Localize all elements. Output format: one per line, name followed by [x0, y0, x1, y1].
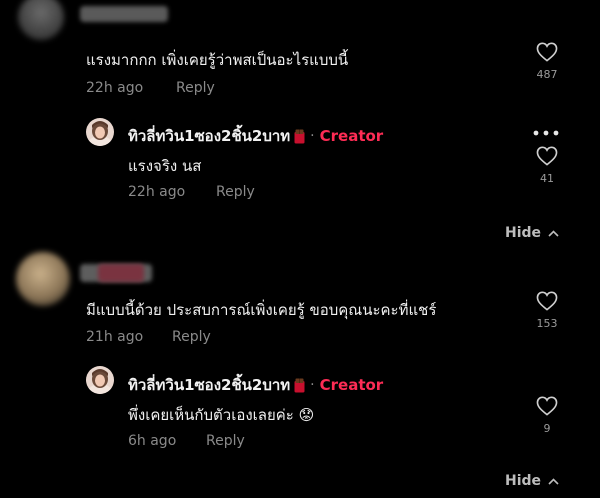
chocolate-bar-icon: [294, 129, 305, 144]
like-count: 153: [536, 317, 558, 330]
commenter-username[interactable]: [80, 6, 168, 22]
reply-text: แรงจริง นส: [128, 157, 202, 175]
hide-label: Hide: [505, 473, 542, 489]
commenter-username-part: [98, 264, 144, 282]
comment-text: มีแบบนี้ด้วย ประสบการณ์เพิ่งเคยรู้ ขอบคุ…: [86, 301, 437, 319]
more-icon: [533, 130, 559, 136]
reply-button[interactable]: Reply: [176, 80, 215, 96]
like-count: 41: [540, 172, 554, 185]
like-count: 487: [536, 68, 558, 81]
comment-timestamp: 22h ago: [86, 80, 144, 96]
reply-button[interactable]: Reply: [216, 184, 255, 200]
reply-text: พึ่งเคยเห็นกับตัวเองเลยค่ะ 😟: [128, 406, 315, 424]
separator: ·: [310, 128, 315, 144]
hide-replies-button[interactable]: Hide: [505, 225, 559, 241]
like-count: 9: [543, 422, 551, 435]
chevron-up-icon: [548, 229, 559, 237]
heart-icon: [536, 396, 558, 416]
like-button[interactable]: 153: [527, 291, 567, 330]
like-button[interactable]: 41: [527, 146, 567, 185]
heart-icon: [536, 146, 558, 166]
hide-label: Hide: [505, 225, 542, 241]
heart-icon: [536, 291, 558, 311]
reply-button[interactable]: Reply: [206, 433, 245, 449]
reply-timestamp: 22h ago: [128, 184, 186, 200]
chevron-up-icon: [548, 477, 559, 485]
separator: ·: [310, 377, 315, 393]
like-button[interactable]: 487: [527, 42, 567, 81]
creator-username[interactable]: ทิวลี่ทวิน1ซอง2ชิ้น2บาท: [128, 124, 290, 148]
hide-replies-button[interactable]: Hide: [505, 473, 559, 489]
creator-username[interactable]: ทิวลี่ทวิน1ซอง2ชิ้น2บาท: [128, 373, 290, 397]
reply-button[interactable]: Reply: [172, 329, 211, 345]
comment-text: แรงมากกก เพิ่งเคยรู้ว่าพสเป็นอะไรแบบนี้: [86, 51, 349, 69]
heart-icon: [536, 42, 558, 62]
like-button[interactable]: 9: [527, 396, 567, 435]
creator-badge: Creator: [319, 376, 384, 394]
commenter-avatar[interactable]: [16, 252, 70, 306]
chocolate-bar-icon: [294, 378, 305, 393]
creator-avatar[interactable]: [86, 366, 114, 394]
commenter-avatar[interactable]: [18, 0, 64, 40]
reply-timestamp: 6h ago: [128, 433, 177, 449]
creator-avatar[interactable]: [86, 118, 114, 146]
more-options-button[interactable]: [533, 120, 559, 141]
creator-badge: Creator: [319, 127, 384, 145]
comment-timestamp: 21h ago: [86, 329, 144, 345]
